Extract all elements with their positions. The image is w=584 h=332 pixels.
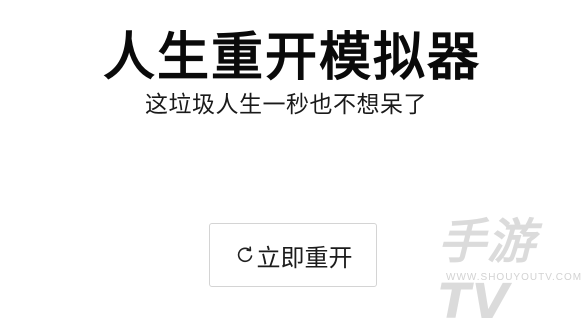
page-title: 人生重开模拟器 bbox=[102, 28, 481, 88]
refresh-icon bbox=[234, 244, 256, 266]
restart-button[interactable]: 立即重开 bbox=[209, 223, 377, 287]
watermark-brand: 手游TV bbox=[438, 214, 537, 330]
page-subtitle: 这垃圾人生一秒也不想呆了 bbox=[145, 92, 427, 118]
restart-button-label: 立即重开 bbox=[256, 243, 353, 272]
watermark-url: WWW.SHOUYOUTV.COM bbox=[446, 272, 583, 283]
watermark: 手游TV WWW.SHOUYOUTV.COM bbox=[430, 212, 584, 330]
